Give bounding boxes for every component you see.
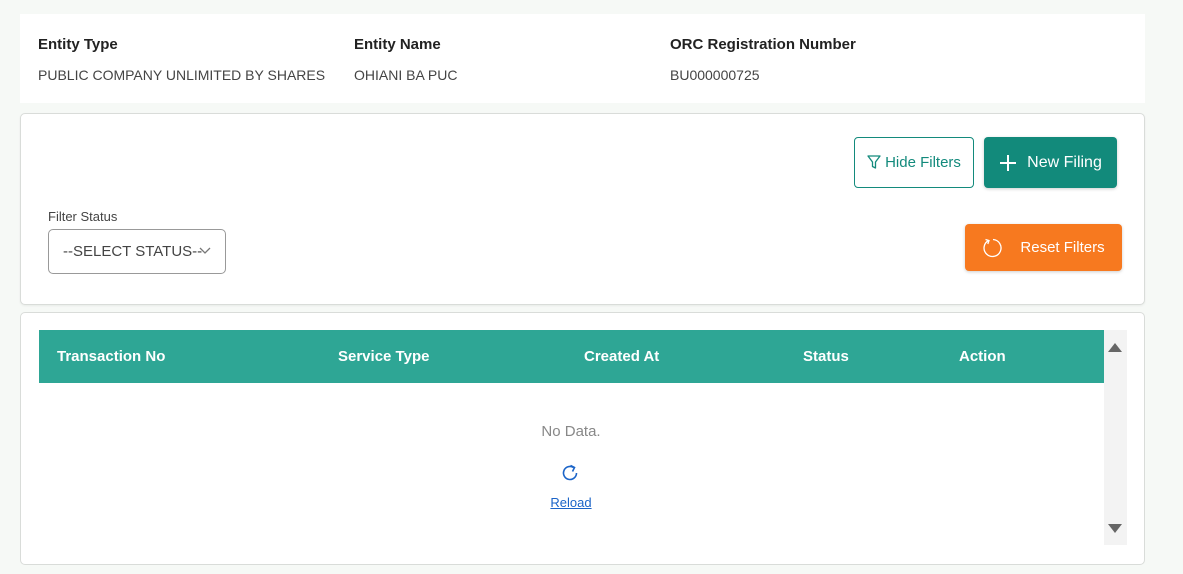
status-select[interactable]: --SELECT STATUS-- <box>48 229 226 274</box>
reload-icon[interactable] <box>560 463 580 483</box>
new-filing-label: New Filing <box>1027 153 1102 171</box>
filter-status-label: Filter Status <box>48 209 118 224</box>
transactions-table: Transaction No Service Type Created At S… <box>20 312 1145 565</box>
scroll-up-icon[interactable] <box>1108 343 1122 352</box>
orc-number-field: ORC Registration Number BU000000725 <box>670 36 856 83</box>
hide-filters-button[interactable]: Hide Filters <box>854 137 974 188</box>
status-select-value: --SELECT STATUS-- <box>63 243 203 260</box>
entity-type-field: Entity Type PUBLIC COMPANY UNLIMITED BY … <box>38 36 325 83</box>
refresh-icon <box>983 238 1003 257</box>
reset-filters-button[interactable]: Reset Filters <box>965 224 1122 271</box>
column-header-service-type[interactable]: Service Type <box>338 348 429 365</box>
hide-filters-label: Hide Filters <box>885 154 961 171</box>
table-header: Transaction No Service Type Created At S… <box>39 330 1104 383</box>
entity-name-label: Entity Name <box>354 36 441 53</box>
orc-number-label: ORC Registration Number <box>670 36 856 53</box>
plus-icon <box>1000 154 1017 171</box>
entity-name-value: OHIANI BA PUC <box>354 67 458 83</box>
filter-icon <box>867 155 881 169</box>
column-header-transaction-no[interactable]: Transaction No <box>57 348 165 365</box>
entity-info-card: Entity Type PUBLIC COMPANY UNLIMITED BY … <box>20 14 1145 103</box>
column-header-status[interactable]: Status <box>803 348 849 365</box>
entity-type-value: PUBLIC COMPANY UNLIMITED BY SHARES <box>38 67 326 83</box>
scroll-down-icon[interactable] <box>1108 524 1122 533</box>
empty-state-text: No Data. <box>541 423 601 440</box>
chevron-down-icon <box>199 247 211 254</box>
filter-panel: Hide Filters New Filing Filter Status --… <box>20 113 1145 305</box>
column-header-created-at[interactable]: Created At <box>584 348 659 365</box>
entity-type-label: Entity Type <box>38 36 118 53</box>
entity-name-field: Entity Name OHIANI BA PUC <box>354 36 457 83</box>
reset-filters-label: Reset Filters <box>1020 239 1105 256</box>
orc-number-value: BU000000725 <box>670 67 760 83</box>
new-filing-button[interactable]: New Filing <box>984 137 1117 188</box>
column-header-action[interactable]: Action <box>959 348 1006 365</box>
reload-link[interactable]: Reload <box>21 495 1121 510</box>
